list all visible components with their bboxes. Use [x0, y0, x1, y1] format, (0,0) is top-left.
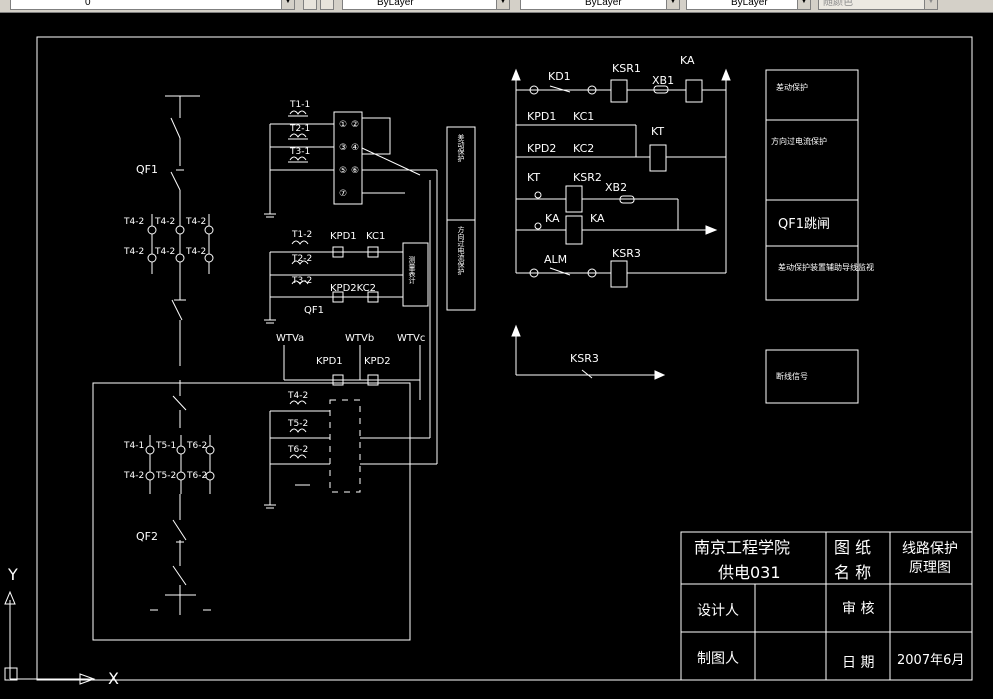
relay-label: KT: [651, 125, 664, 138]
plotstyle-dropdown[interactable]: 随颜色 ▼: [818, 0, 938, 10]
ct-label: T1-1: [289, 100, 310, 110]
relay-label: KSR3: [570, 352, 599, 365]
relay-label: KPD2: [364, 356, 391, 367]
relay-label: XB1: [652, 74, 674, 87]
layer-dropdown[interactable]: 0 ▼: [10, 0, 295, 10]
school-name: 南京工程学院: [694, 538, 790, 557]
relay-label: KSR2: [573, 171, 602, 184]
ct-label: T6-2: [186, 471, 207, 481]
drawing-name: 线路保护: [902, 541, 958, 557]
function-box-text: 方向过电流保护: [771, 136, 827, 146]
chevron-down-icon: ▼: [797, 0, 810, 9]
ucs-icon: [4, 590, 96, 685]
date-value: 2007年6月: [897, 653, 964, 668]
color-dropdown[interactable]: ByLayer ▼: [342, 0, 510, 10]
chevron-down-icon: ▼: [666, 0, 679, 9]
relay-label: KC1: [366, 231, 385, 242]
ct-label: T4-2: [154, 247, 175, 257]
terminal-label: ⑥: [351, 166, 359, 176]
relay-label: KT: [527, 171, 540, 184]
layer-value: 0: [85, 0, 91, 8]
function-boxes: [765, 69, 859, 404]
function-box-text: 差动保护: [776, 82, 808, 92]
ucs-y-label: Y: [7, 565, 18, 584]
ct-label: T5-2: [155, 471, 176, 481]
ct-label: T3-2: [291, 276, 312, 286]
relay-label: KPD2: [527, 142, 556, 155]
function-box-text: QF1跳闸: [778, 217, 830, 232]
ct-label: T5-1: [155, 441, 176, 451]
class-name: 供电031: [718, 563, 781, 582]
date-label: 日 期: [842, 655, 874, 671]
relay-box-text: 方向过电流保护: [457, 225, 465, 276]
color-value: ByLayer: [377, 0, 414, 8]
ct-label: T4-2: [123, 247, 144, 257]
layer-previous-icon[interactable]: [320, 0, 334, 10]
meter-box-text: 测量表计: [408, 256, 416, 285]
relay-label: KD1: [548, 70, 571, 83]
qf2-label: QF2: [136, 530, 158, 543]
terminal-label: ⑤: [339, 166, 347, 176]
drafter-label: 制图人: [697, 651, 739, 667]
chevron-down-icon: ▼: [496, 0, 509, 9]
function-box-text: 差动保护装置辅助导线监视: [778, 262, 874, 272]
relay-label: KSR1: [612, 62, 641, 75]
ct-label: T2-1: [289, 124, 310, 134]
relay-label: KA: [680, 54, 695, 67]
lineweight-dropdown[interactable]: ByLayer ▼: [686, 0, 811, 10]
ct-label: T4-2: [185, 247, 206, 257]
relay-box-text: 差动保护: [457, 133, 465, 163]
ct-label: T5-2: [287, 419, 308, 429]
relay-label: KPD2KC2: [330, 283, 376, 294]
relay-label: KA: [545, 212, 560, 225]
relay-label: KSR3: [612, 247, 641, 260]
relay-label: QF1: [304, 305, 324, 316]
ct-label: T4-2: [185, 217, 206, 227]
ucs-x-label: X: [108, 669, 119, 688]
terminal-label: ③: [339, 143, 347, 153]
function-box-text: 断线信号: [776, 371, 808, 381]
chevron-down-icon: ▼: [924, 0, 937, 9]
ct-label: T2-2: [291, 254, 312, 264]
plotstyle-value: 随颜色: [823, 0, 853, 8]
ct-label: T6-2: [287, 445, 308, 455]
ct-label: T6-2: [186, 441, 207, 451]
designer-label: 设计人: [697, 603, 739, 619]
relay-label: XB2: [605, 181, 627, 194]
ct-label: T4-1: [123, 441, 144, 451]
ct-label: T4-2: [123, 471, 144, 481]
linetype-dropdown[interactable]: ByLayer ▼: [520, 0, 680, 10]
drawing-label: 名 称: [834, 563, 871, 582]
reviewer-label: 审 核: [842, 601, 874, 617]
drawing-name: 原理图: [909, 560, 951, 576]
ct-label: T4-2: [154, 217, 175, 227]
substation-box: [92, 382, 411, 641]
relay-label: KC1: [573, 110, 594, 123]
bus-label: WTVc: [397, 333, 425, 344]
qf1-label: QF1: [136, 163, 158, 176]
ct-label: T1-2: [291, 230, 312, 240]
relay-label: KPD1: [527, 110, 556, 123]
bus-label: WTVb: [345, 333, 374, 344]
terminal-label: ⑦: [339, 189, 347, 199]
ct-label: T4-2: [287, 391, 308, 401]
lineweight-value: ByLayer: [731, 0, 768, 8]
ct-label: T4-2: [123, 217, 144, 227]
relay-label: KC2: [573, 142, 594, 155]
layer-state-icon[interactable]: [303, 0, 317, 10]
terminal-label: ①: [339, 120, 347, 130]
chevron-down-icon: ▼: [281, 0, 294, 9]
drawing-label: 图 纸: [834, 538, 871, 557]
linetype-value: ByLayer: [585, 0, 622, 8]
ct-label: T3-1: [289, 147, 310, 157]
relay-label: ALM: [544, 253, 567, 266]
terminal-label: ④: [351, 143, 359, 153]
bus-label: WTVa: [276, 333, 304, 344]
relay-label: KPD1: [330, 231, 357, 242]
drawing-canvas[interactable]: QF1 QF2 T4-2 T4-2 T4-2 T4-2 T4-2 T4-2 T4…: [0, 12, 993, 695]
relay-label: KPD1: [316, 356, 343, 367]
terminal-label: ②: [351, 120, 359, 130]
relay-label: KA: [590, 212, 605, 225]
